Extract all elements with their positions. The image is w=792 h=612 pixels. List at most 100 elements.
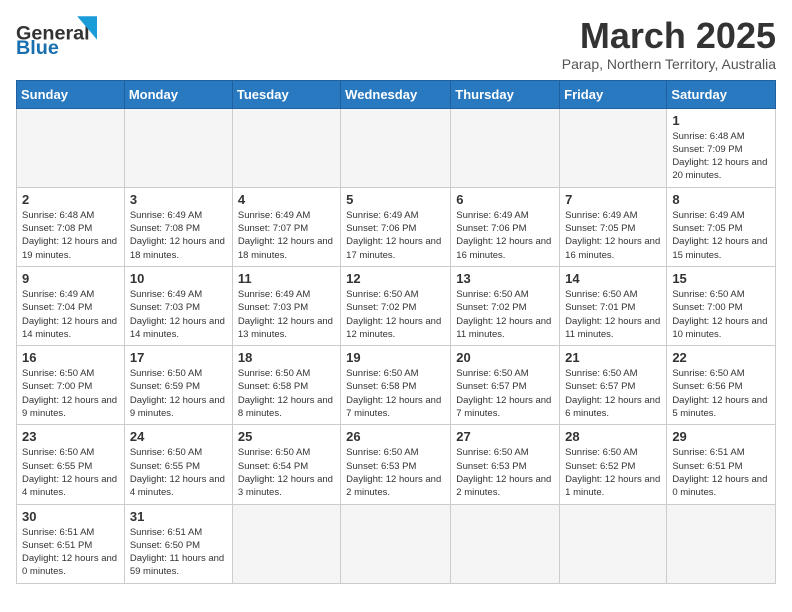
location-subtitle: Parap, Northern Territory, Australia xyxy=(562,56,776,72)
header-sunday: Sunday xyxy=(17,80,125,108)
day-number: 11 xyxy=(238,271,335,286)
calendar-cell: 28 Sunrise: 6:50 AM Sunset: 6:52 PM Dayli… xyxy=(560,425,667,504)
day-info: Sunrise: 6:49 AM Sunset: 7:07 PM Dayligh… xyxy=(238,209,335,262)
header-wednesday: Wednesday xyxy=(341,80,451,108)
calendar-cell: 29 Sunrise: 6:51 AM Sunset: 6:51 PM Dayli… xyxy=(667,425,776,504)
month-year-title: March 2025 xyxy=(562,16,776,56)
calendar-cell: 7Sunrise: 6:49 AM Sunset: 7:05 PM Daylig… xyxy=(560,187,667,266)
day-number: 28 xyxy=(565,429,661,444)
day-number: 25 xyxy=(238,429,335,444)
day-number: 2 xyxy=(22,192,119,207)
calendar-cell: 6Sunrise: 6:49 AM Sunset: 7:06 PM Daylig… xyxy=(451,187,560,266)
calendar-cell xyxy=(451,108,560,187)
day-info: Sunrise: 6:50 AM Sunset: 6:53 PM Dayligh… xyxy=(346,446,445,499)
day-number: 4 xyxy=(238,192,335,207)
day-number: 5 xyxy=(346,192,445,207)
title-area: March 2025 Parap, Northern Territory, Au… xyxy=(562,16,776,72)
day-info: Sunrise: 6:49 AM Sunset: 7:06 PM Dayligh… xyxy=(346,209,445,262)
day-info: Sunrise: 6:51 AM Sunset: 6:51 PM Dayligh… xyxy=(22,526,119,579)
day-info: Sunrise: 6:50 AM Sunset: 7:00 PM Dayligh… xyxy=(672,288,770,341)
day-number: 8 xyxy=(672,192,770,207)
day-info: Sunrise: 6:50 AM Sunset: 6:57 PM Dayligh… xyxy=(565,367,661,420)
calendar-cell: 25 Sunrise: 6:50 AM Sunset: 6:54 PM Dayli… xyxy=(232,425,340,504)
calendar-cell: 2 Sunrise: 6:48 AM Sunset: 7:08 PM Daylig… xyxy=(17,187,125,266)
day-number: 1 xyxy=(672,113,770,128)
calendar-cell: 24Sunrise: 6:50 AM Sunset: 6:55 PM Dayli… xyxy=(124,425,232,504)
day-info: Sunrise: 6:51 AM Sunset: 6:51 PM Dayligh… xyxy=(672,446,770,499)
calendar-cell: 26 Sunrise: 6:50 AM Sunset: 6:53 PM Dayli… xyxy=(341,425,451,504)
header: General Blue March 2025 Parap, Northern … xyxy=(16,16,776,72)
day-number: 17 xyxy=(130,350,227,365)
day-info: Sunrise: 6:48 AM Sunset: 7:08 PM Dayligh… xyxy=(22,209,119,262)
calendar-cell xyxy=(124,108,232,187)
day-number: 18 xyxy=(238,350,335,365)
calendar-cell: 31 Sunrise: 6:51 AM Sunset: 6:50 PM Dayli… xyxy=(124,504,232,583)
calendar-header-row: Sunday Monday Tuesday Wednesday Thursday… xyxy=(17,80,776,108)
calendar-cell: 4 Sunrise: 6:49 AM Sunset: 7:07 PM Daylig… xyxy=(232,187,340,266)
day-info: Sunrise: 6:51 AM Sunset: 6:50 PM Dayligh… xyxy=(130,526,227,579)
calendar-cell: 12 Sunrise: 6:50 AM Sunset: 7:02 PM Dayli… xyxy=(341,266,451,345)
svg-text:Blue: Blue xyxy=(16,37,59,56)
calendar-cell: 20Sunrise: 6:50 AM Sunset: 6:57 PM Dayli… xyxy=(451,346,560,425)
calendar-cell: 16 Sunrise: 6:50 AM Sunset: 7:00 PM Dayli… xyxy=(17,346,125,425)
day-info: Sunrise: 6:50 AM Sunset: 6:54 PM Dayligh… xyxy=(238,446,335,499)
day-number: 16 xyxy=(22,350,119,365)
day-info: Sunrise: 6:50 AM Sunset: 6:52 PM Dayligh… xyxy=(565,446,661,499)
day-number: 31 xyxy=(130,509,227,524)
day-number: 23 xyxy=(22,429,119,444)
day-info: Sunrise: 6:49 AM Sunset: 7:08 PM Dayligh… xyxy=(130,209,227,262)
calendar-cell xyxy=(232,504,340,583)
calendar-cell: 18 Sunrise: 6:50 AM Sunset: 6:58 PM Dayli… xyxy=(232,346,340,425)
day-number: 7 xyxy=(565,192,661,207)
day-number: 9 xyxy=(22,271,119,286)
day-number: 10 xyxy=(130,271,227,286)
day-number: 22 xyxy=(672,350,770,365)
day-info: Sunrise: 6:50 AM Sunset: 6:56 PM Dayligh… xyxy=(672,367,770,420)
calendar-cell: 17Sunrise: 6:50 AM Sunset: 6:59 PM Dayli… xyxy=(124,346,232,425)
calendar-cell: 14Sunrise: 6:50 AM Sunset: 7:01 PM Dayli… xyxy=(560,266,667,345)
day-info: Sunrise: 6:49 AM Sunset: 7:06 PM Dayligh… xyxy=(456,209,554,262)
calendar-cell: 11 Sunrise: 6:49 AM Sunset: 7:03 PM Dayli… xyxy=(232,266,340,345)
day-info: Sunrise: 6:49 AM Sunset: 7:04 PM Dayligh… xyxy=(22,288,119,341)
calendar-cell: 15 Sunrise: 6:50 AM Sunset: 7:00 PM Dayli… xyxy=(667,266,776,345)
day-number: 3 xyxy=(130,192,227,207)
day-info: Sunrise: 6:50 AM Sunset: 7:02 PM Dayligh… xyxy=(456,288,554,341)
calendar-cell: 22 Sunrise: 6:50 AM Sunset: 6:56 PM Dayli… xyxy=(667,346,776,425)
day-number: 20 xyxy=(456,350,554,365)
day-info: Sunrise: 6:50 AM Sunset: 6:55 PM Dayligh… xyxy=(130,446,227,499)
day-number: 21 xyxy=(565,350,661,365)
day-info: Sunrise: 6:50 AM Sunset: 6:58 PM Dayligh… xyxy=(346,367,445,420)
calendar-cell: 23 Sunrise: 6:50 AM Sunset: 6:55 PM Dayli… xyxy=(17,425,125,504)
day-info: Sunrise: 6:49 AM Sunset: 7:05 PM Dayligh… xyxy=(672,209,770,262)
day-number: 30 xyxy=(22,509,119,524)
header-thursday: Thursday xyxy=(451,80,560,108)
day-info: Sunrise: 6:50 AM Sunset: 7:01 PM Dayligh… xyxy=(565,288,661,341)
calendar-cell xyxy=(560,504,667,583)
calendar-cell: 13Sunrise: 6:50 AM Sunset: 7:02 PM Dayli… xyxy=(451,266,560,345)
day-number: 29 xyxy=(672,429,770,444)
day-number: 19 xyxy=(346,350,445,365)
calendar-cell xyxy=(667,504,776,583)
day-info: Sunrise: 6:50 AM Sunset: 6:55 PM Dayligh… xyxy=(22,446,119,499)
calendar-cell xyxy=(232,108,340,187)
day-info: Sunrise: 6:50 AM Sunset: 6:58 PM Dayligh… xyxy=(238,367,335,420)
header-tuesday: Tuesday xyxy=(232,80,340,108)
day-number: 26 xyxy=(346,429,445,444)
calendar-cell: 9 Sunrise: 6:49 AM Sunset: 7:04 PM Daylig… xyxy=(17,266,125,345)
calendar-cell: 30 Sunrise: 6:51 AM Sunset: 6:51 PM Dayli… xyxy=(17,504,125,583)
calendar-cell: 27Sunrise: 6:50 AM Sunset: 6:53 PM Dayli… xyxy=(451,425,560,504)
day-info: Sunrise: 6:50 AM Sunset: 7:00 PM Dayligh… xyxy=(22,367,119,420)
calendar-cell: 19 Sunrise: 6:50 AM Sunset: 6:58 PM Dayli… xyxy=(341,346,451,425)
day-info: Sunrise: 6:50 AM Sunset: 7:02 PM Dayligh… xyxy=(346,288,445,341)
logo: General Blue xyxy=(16,16,106,56)
day-number: 27 xyxy=(456,429,554,444)
header-friday: Friday xyxy=(560,80,667,108)
day-number: 12 xyxy=(346,271,445,286)
calendar-cell: 8 Sunrise: 6:49 AM Sunset: 7:05 PM Daylig… xyxy=(667,187,776,266)
calendar-cell xyxy=(341,504,451,583)
day-number: 15 xyxy=(672,271,770,286)
day-info: Sunrise: 6:48 AM Sunset: 7:09 PM Dayligh… xyxy=(672,130,770,183)
day-info: Sunrise: 6:49 AM Sunset: 7:03 PM Dayligh… xyxy=(238,288,335,341)
calendar-table: Sunday Monday Tuesday Wednesday Thursday… xyxy=(16,80,776,584)
calendar-cell: 21 Sunrise: 6:50 AM Sunset: 6:57 PM Dayli… xyxy=(560,346,667,425)
